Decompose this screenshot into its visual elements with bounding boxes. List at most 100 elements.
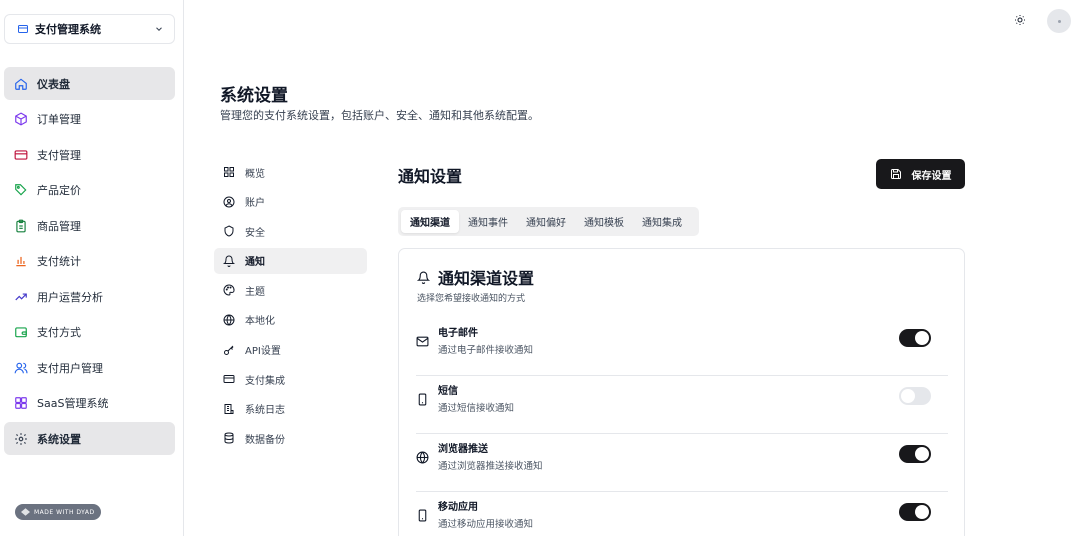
save-button-label: 保存设置 [911, 170, 952, 182]
page-title: 系统设置 [220, 86, 288, 106]
users-icon [14, 361, 28, 375]
smartphone-icon [416, 509, 429, 522]
settings-nav-label: 支付集成 [245, 375, 285, 387]
channel-row-email: 电子邮件 通过电子邮件接收通知 [416, 318, 948, 376]
sidebar-item-saas[interactable]: SaaS管理系统 [4, 387, 175, 420]
sidebar-item-label: 产品定价 [37, 184, 81, 197]
sidebar-item-user-analytics[interactable]: 用户运营分析 [4, 280, 175, 313]
sidebar-item-payments[interactable]: 支付管理 [4, 138, 175, 171]
channel-row-mobile-app: 移动应用 通过移动应用接收通知 [416, 492, 948, 536]
avatar-placeholder [1057, 19, 1061, 23]
channel-desc: 通过浏览器推送接收通知 [438, 461, 543, 472]
log-icon [223, 403, 235, 415]
palette-icon [223, 284, 235, 296]
section-title: 通知设置 [398, 167, 463, 186]
grid-icon [223, 166, 235, 178]
settings-nav-notifications[interactable]: 通知 [214, 247, 367, 274]
channel-title: 浏览器推送 [438, 444, 488, 455]
sidebar-item-orders[interactable]: 订单管理 [4, 103, 175, 136]
settings-nav-overview[interactable]: 概览 [214, 159, 367, 185]
trending-icon [14, 290, 28, 304]
sms-toggle[interactable] [899, 387, 931, 405]
globe-icon [416, 451, 429, 464]
sidebar-item-label: 商品管理 [37, 219, 81, 233]
wallet-icon [14, 325, 28, 339]
sidebar-item-label: 支付用户管理 [37, 361, 103, 375]
settings-nav-label: 账户 [245, 198, 265, 210]
toggle-knob [915, 331, 929, 345]
sidebar-item-payment-methods[interactable]: 支付方式 [4, 316, 175, 349]
settings-nav-label: 安全 [245, 227, 265, 239]
page-subtitle: 管理您的支付系统设置，包括账户、安全、通知和其他系统配置。 [220, 109, 539, 122]
sidebar-item-label: 支付统计 [37, 255, 81, 268]
bar-chart-icon [14, 254, 28, 268]
settings-nav-account[interactable]: 账户 [214, 189, 367, 215]
badge-label: MADE WITH DYAD [34, 508, 95, 516]
package-icon [14, 112, 28, 126]
toggle-knob [915, 447, 929, 461]
sidebar-item-dashboard[interactable]: 仪表盘 [4, 67, 175, 100]
save-icon [890, 168, 902, 180]
phone-icon [416, 393, 429, 406]
credit-card-icon [14, 148, 28, 162]
settings-nav-label: 数据备份 [245, 434, 285, 446]
sidebar-item-label: SaaS管理系统 [37, 397, 109, 410]
tag-icon [14, 183, 28, 197]
card-description: 选择您希望接收通知的方式 [417, 294, 526, 304]
tab-preferences[interactable]: 通知偏好 [517, 210, 575, 233]
settings-nav-security[interactable]: 安全 [214, 218, 367, 244]
settings-nav-theme[interactable]: 主题 [214, 277, 367, 303]
settings-nav-label: 本地化 [245, 316, 275, 328]
home-icon [14, 77, 28, 91]
theme-toggle-button[interactable] [1012, 12, 1028, 28]
channel-desc: 通过电子邮件接收通知 [438, 345, 534, 356]
card-title-text: 通知渠道设置 [438, 269, 535, 288]
browser-push-toggle[interactable] [899, 445, 931, 463]
toggle-knob [915, 505, 929, 519]
sidebar-item-settings[interactable]: 系统设置 [4, 422, 175, 455]
chevron-down-icon [154, 24, 164, 34]
tab-templates[interactable]: 通知模板 [575, 210, 633, 233]
channel-row-sms: 短信 通过短信接收通知 [416, 376, 948, 434]
sidebar-item-payment-users[interactable]: 支付用户管理 [4, 351, 175, 384]
sidebar-item-products[interactable]: 商品管理 [4, 209, 175, 242]
app-switcher[interactable]: 支付管理系统 [4, 14, 175, 44]
channel-desc: 通过移动应用接收通知 [438, 519, 534, 530]
database-icon [223, 432, 235, 444]
user-circle-icon [223, 196, 235, 208]
settings-nav-api[interactable]: API设置 [214, 337, 367, 363]
notification-tabs: 通知渠道 通知事件 通知偏好 通知模板 通知集成 [398, 207, 699, 236]
email-toggle[interactable] [899, 329, 931, 347]
sidebar-item-payment-stats[interactable]: 支付统计 [4, 245, 175, 278]
tab-events[interactable]: 通知事件 [459, 210, 517, 233]
mobile-app-toggle[interactable] [899, 503, 931, 521]
sun-icon [1014, 14, 1026, 26]
sidebar-item-label: 支付方式 [37, 326, 81, 339]
made-with-badge[interactable]: MADE WITH DYAD [15, 504, 101, 520]
tab-integrations[interactable]: 通知集成 [633, 210, 691, 233]
sidebar-item-label: 仪表盘 [37, 77, 70, 91]
gear-icon [14, 432, 28, 446]
save-button[interactable]: 保存设置 [876, 159, 965, 189]
globe-icon [223, 314, 235, 326]
card-title: 通知渠道设置 [417, 265, 534, 289]
bell-icon [223, 255, 235, 267]
sidebar-item-pricing[interactable]: 产品定价 [4, 174, 175, 207]
shield-icon [223, 225, 235, 237]
channel-title: 电子邮件 [438, 328, 478, 339]
avatar[interactable] [1047, 9, 1071, 33]
app-switcher-label: 支付管理系统 [35, 23, 101, 36]
sidebar: 支付管理系统 仪表盘 订单管理 支付管理 产品定价 商品管理 支付统计 用户运营… [0, 0, 184, 536]
sidebar-item-label: 订单管理 [37, 113, 81, 126]
settings-nav-payment-integration[interactable]: 支付集成 [214, 366, 367, 392]
tab-channels[interactable]: 通知渠道 [401, 210, 459, 233]
settings-nav-system-logs[interactable]: 系统日志 [214, 396, 367, 422]
logo-icon [21, 508, 30, 516]
channel-row-browser-push: 浏览器推送 通过浏览器推送接收通知 [416, 434, 948, 492]
sidebar-item-label: 用户运营分析 [37, 290, 103, 304]
channel-settings-card: 通知渠道设置 选择您希望接收通知的方式 电子邮件 通过电子邮件接收通知 短信 通… [398, 248, 965, 536]
settings-nav-backup[interactable]: 数据备份 [214, 425, 367, 451]
card-icon [223, 373, 235, 385]
channel-title: 短信 [438, 386, 458, 397]
settings-nav-localization[interactable]: 本地化 [214, 307, 367, 333]
